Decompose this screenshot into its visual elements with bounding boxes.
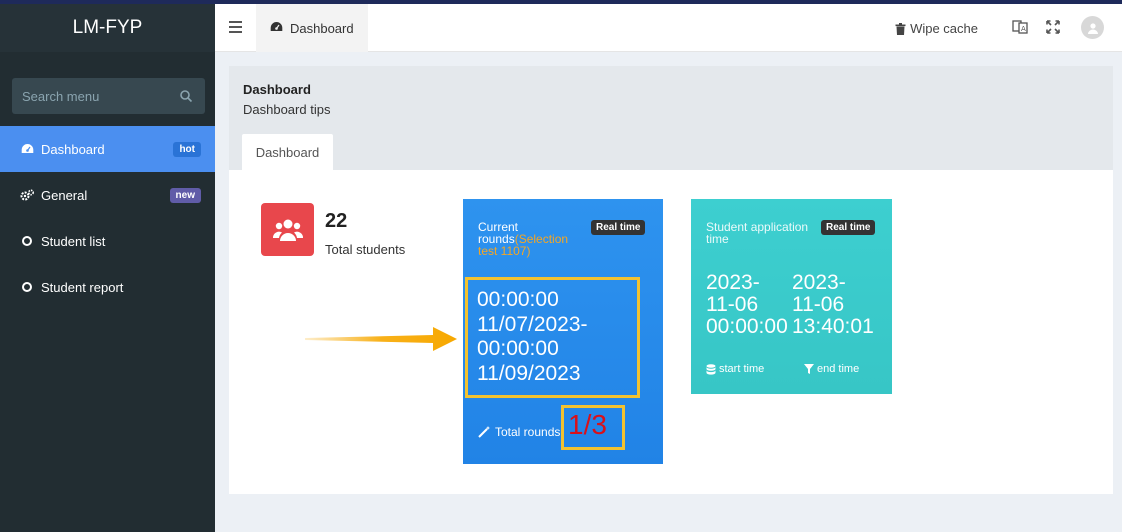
sidebar: LM-FYP Search menu Dashboard hot General…: [0, 4, 215, 532]
wipe-cache-button[interactable]: Wipe cache: [895, 21, 978, 36]
sidebar-item-general[interactable]: General new: [0, 172, 215, 218]
database-icon: [706, 363, 716, 375]
search-placeholder: Search menu: [22, 88, 100, 104]
filter-icon: [804, 364, 814, 374]
avatar[interactable]: [1081, 16, 1104, 39]
trash-icon: [895, 22, 906, 35]
circle-icon: [19, 282, 35, 292]
dashboard-icon: [19, 143, 35, 155]
magic-wand-icon: [478, 426, 490, 438]
svg-text:A: A: [1021, 25, 1026, 33]
application-time-card: Student application time Real time 2023-…: [691, 199, 892, 394]
tab-dashboard-content[interactable]: Dashboard: [242, 134, 333, 170]
real-time-badge: Real time: [591, 220, 646, 235]
sidebar-item-dashboard[interactable]: Dashboard hot: [0, 126, 215, 172]
total-students-label: Total students: [325, 242, 406, 257]
real-time-badge: Real time: [821, 220, 876, 235]
sidebar-item-student-report[interactable]: Student report: [0, 264, 215, 310]
fullscreen-icon[interactable]: [1045, 19, 1061, 35]
dashboard-icon: [270, 21, 283, 36]
search-icon[interactable]: [179, 89, 193, 103]
sidebar-item-label: Student report: [41, 279, 124, 295]
sidebar-item-label: General: [41, 187, 88, 203]
current-rounds-title: Current rounds(Selection test 1107): [478, 220, 569, 258]
language-icon[interactable]: A: [1012, 19, 1028, 35]
page-title: Dashboard: [243, 82, 311, 97]
brand-logo[interactable]: LM-FYP: [0, 4, 215, 52]
application-time-title: Student application time: [706, 220, 809, 246]
tab-label: Dashboard: [290, 20, 354, 36]
sidebar-item-label: Dashboard: [41, 141, 105, 157]
start-time-value: 2023- 11-06 00:00:00: [706, 271, 788, 338]
sidebar-menu: Dashboard hot General new Student list S…: [0, 126, 215, 310]
end-time-value: 2023- 11-06 13:40:01: [792, 272, 874, 338]
current-rounds-card: Current rounds(Selection test 1107) Real…: [463, 199, 663, 464]
round-time-range: 00:00:00 11/07/2023- 00:00:00 11/09/2023: [477, 288, 588, 385]
circle-icon: [19, 236, 35, 246]
total-rounds-footer: Total rounds: [478, 425, 560, 439]
users-icon: [261, 203, 314, 256]
page-header: Dashboard Dashboard tips Dashboard: [229, 66, 1113, 170]
hot-badge: hot: [173, 141, 201, 157]
start-time-label: start time: [706, 363, 764, 375]
end-time-label: end time: [804, 363, 859, 375]
gears-icon: [19, 189, 35, 201]
rounds-ratio: 1/3: [568, 409, 607, 440]
user-icon: [1087, 22, 1098, 34]
sidebar-item-label: Student list: [41, 233, 106, 249]
sidebar-item-student-list[interactable]: Student list: [0, 218, 215, 264]
arrow-annotation: [305, 327, 457, 351]
top-header: Dashboard Wipe cache A: [215, 4, 1122, 52]
total-students-count: 22: [325, 210, 348, 232]
new-badge: new: [169, 187, 201, 203]
menu-toggle-icon[interactable]: [229, 21, 242, 33]
page-subtitle: Dashboard tips: [243, 102, 331, 117]
tab-dashboard[interactable]: Dashboard: [256, 4, 368, 52]
search-input[interactable]: Search menu: [12, 78, 205, 114]
wipe-cache-label: Wipe cache: [910, 21, 978, 36]
